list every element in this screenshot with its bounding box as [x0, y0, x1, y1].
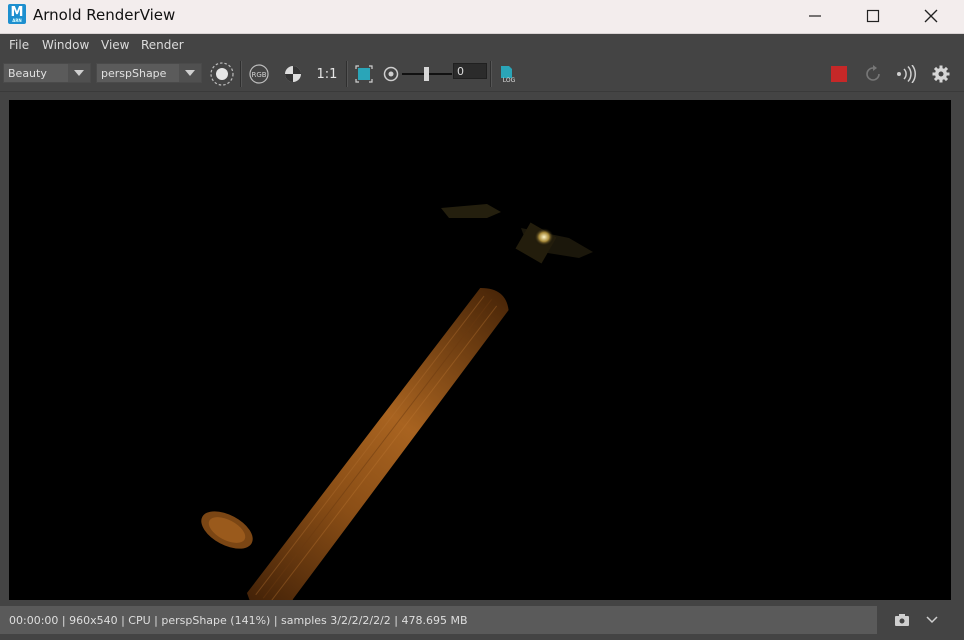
- snapshot-region-button[interactable]: [208, 62, 236, 86]
- crop-region-button[interactable]: [353, 62, 375, 86]
- toolbar-separator: [240, 61, 242, 87]
- toolbar: Beauty perspShape RGB 1:1 0 LOG: [0, 56, 964, 92]
- aov-select[interactable]: Beauty: [3, 63, 91, 83]
- region-circle-icon: [210, 62, 234, 86]
- close-icon: [924, 9, 938, 22]
- refresh-icon: [866, 65, 880, 81]
- window-title: Arnold RenderView: [33, 6, 176, 24]
- exposure-field[interactable]: 0: [453, 63, 487, 79]
- exposure-slider[interactable]: [402, 62, 452, 86]
- svg-text:RGB: RGB: [251, 71, 266, 79]
- aov-select-value: Beauty: [8, 67, 47, 80]
- svg-text:LOG: LOG: [503, 77, 516, 84]
- render-viewport[interactable]: [9, 100, 951, 600]
- settings-button[interactable]: [930, 62, 952, 86]
- gear-icon: [932, 65, 950, 83]
- refresh-render-button[interactable]: [862, 62, 884, 86]
- log-icon: LOG: [501, 66, 516, 84]
- rgb-channel-button[interactable]: RGB: [247, 62, 271, 86]
- close-button[interactable]: [902, 0, 960, 31]
- toolbar-separator: [346, 61, 348, 87]
- maximize-button[interactable]: [844, 0, 902, 31]
- exposure-reset-button[interactable]: [380, 62, 402, 86]
- toolbar-separator: [490, 61, 492, 87]
- title-bar: M ARN Arnold RenderView: [0, 0, 964, 34]
- checker-icon: [285, 66, 301, 82]
- aperture-icon: [383, 66, 399, 82]
- render-status-text: 00:00:00 | 960x540 | CPU | perspShape (1…: [9, 614, 468, 627]
- log-button[interactable]: LOG: [497, 62, 519, 86]
- minimize-icon: [809, 14, 821, 17]
- camera-icon: [895, 614, 909, 626]
- crop-region-icon: [355, 65, 373, 83]
- one-to-one-button[interactable]: 1:1: [314, 62, 340, 86]
- status-bar: 00:00:00 | 960x540 | CPU | perspShape (1…: [0, 606, 877, 634]
- status-bar-actions: [877, 606, 964, 634]
- maximize-icon: [866, 9, 880, 22]
- menu-bar: File Window View Render: [0, 34, 964, 56]
- chevron-down-icon: [926, 616, 938, 624]
- broadcast-icon: [897, 65, 916, 83]
- menu-file[interactable]: File: [9, 38, 29, 52]
- camera-select[interactable]: perspShape: [96, 63, 202, 83]
- render-image: [201, 204, 593, 600]
- expand-panel-button[interactable]: [922, 608, 942, 632]
- menu-render[interactable]: Render: [141, 38, 184, 52]
- interactive-render-button[interactable]: [895, 62, 919, 86]
- chevron-down-icon: [179, 64, 201, 82]
- stop-render-button[interactable]: [828, 62, 850, 86]
- menu-window[interactable]: Window: [42, 38, 89, 52]
- alpha-channel-button[interactable]: [282, 62, 304, 86]
- snapshot-button[interactable]: [892, 608, 912, 632]
- stop-icon: [831, 66, 847, 82]
- rgb-icon: RGB: [249, 64, 269, 84]
- menu-view[interactable]: View: [101, 38, 129, 52]
- camera-select-value: perspShape: [101, 67, 167, 80]
- maya-app-icon: M ARN: [8, 4, 26, 24]
- slider-track: [402, 67, 452, 81]
- minimize-button[interactable]: [786, 0, 844, 31]
- chevron-down-icon: [68, 64, 90, 82]
